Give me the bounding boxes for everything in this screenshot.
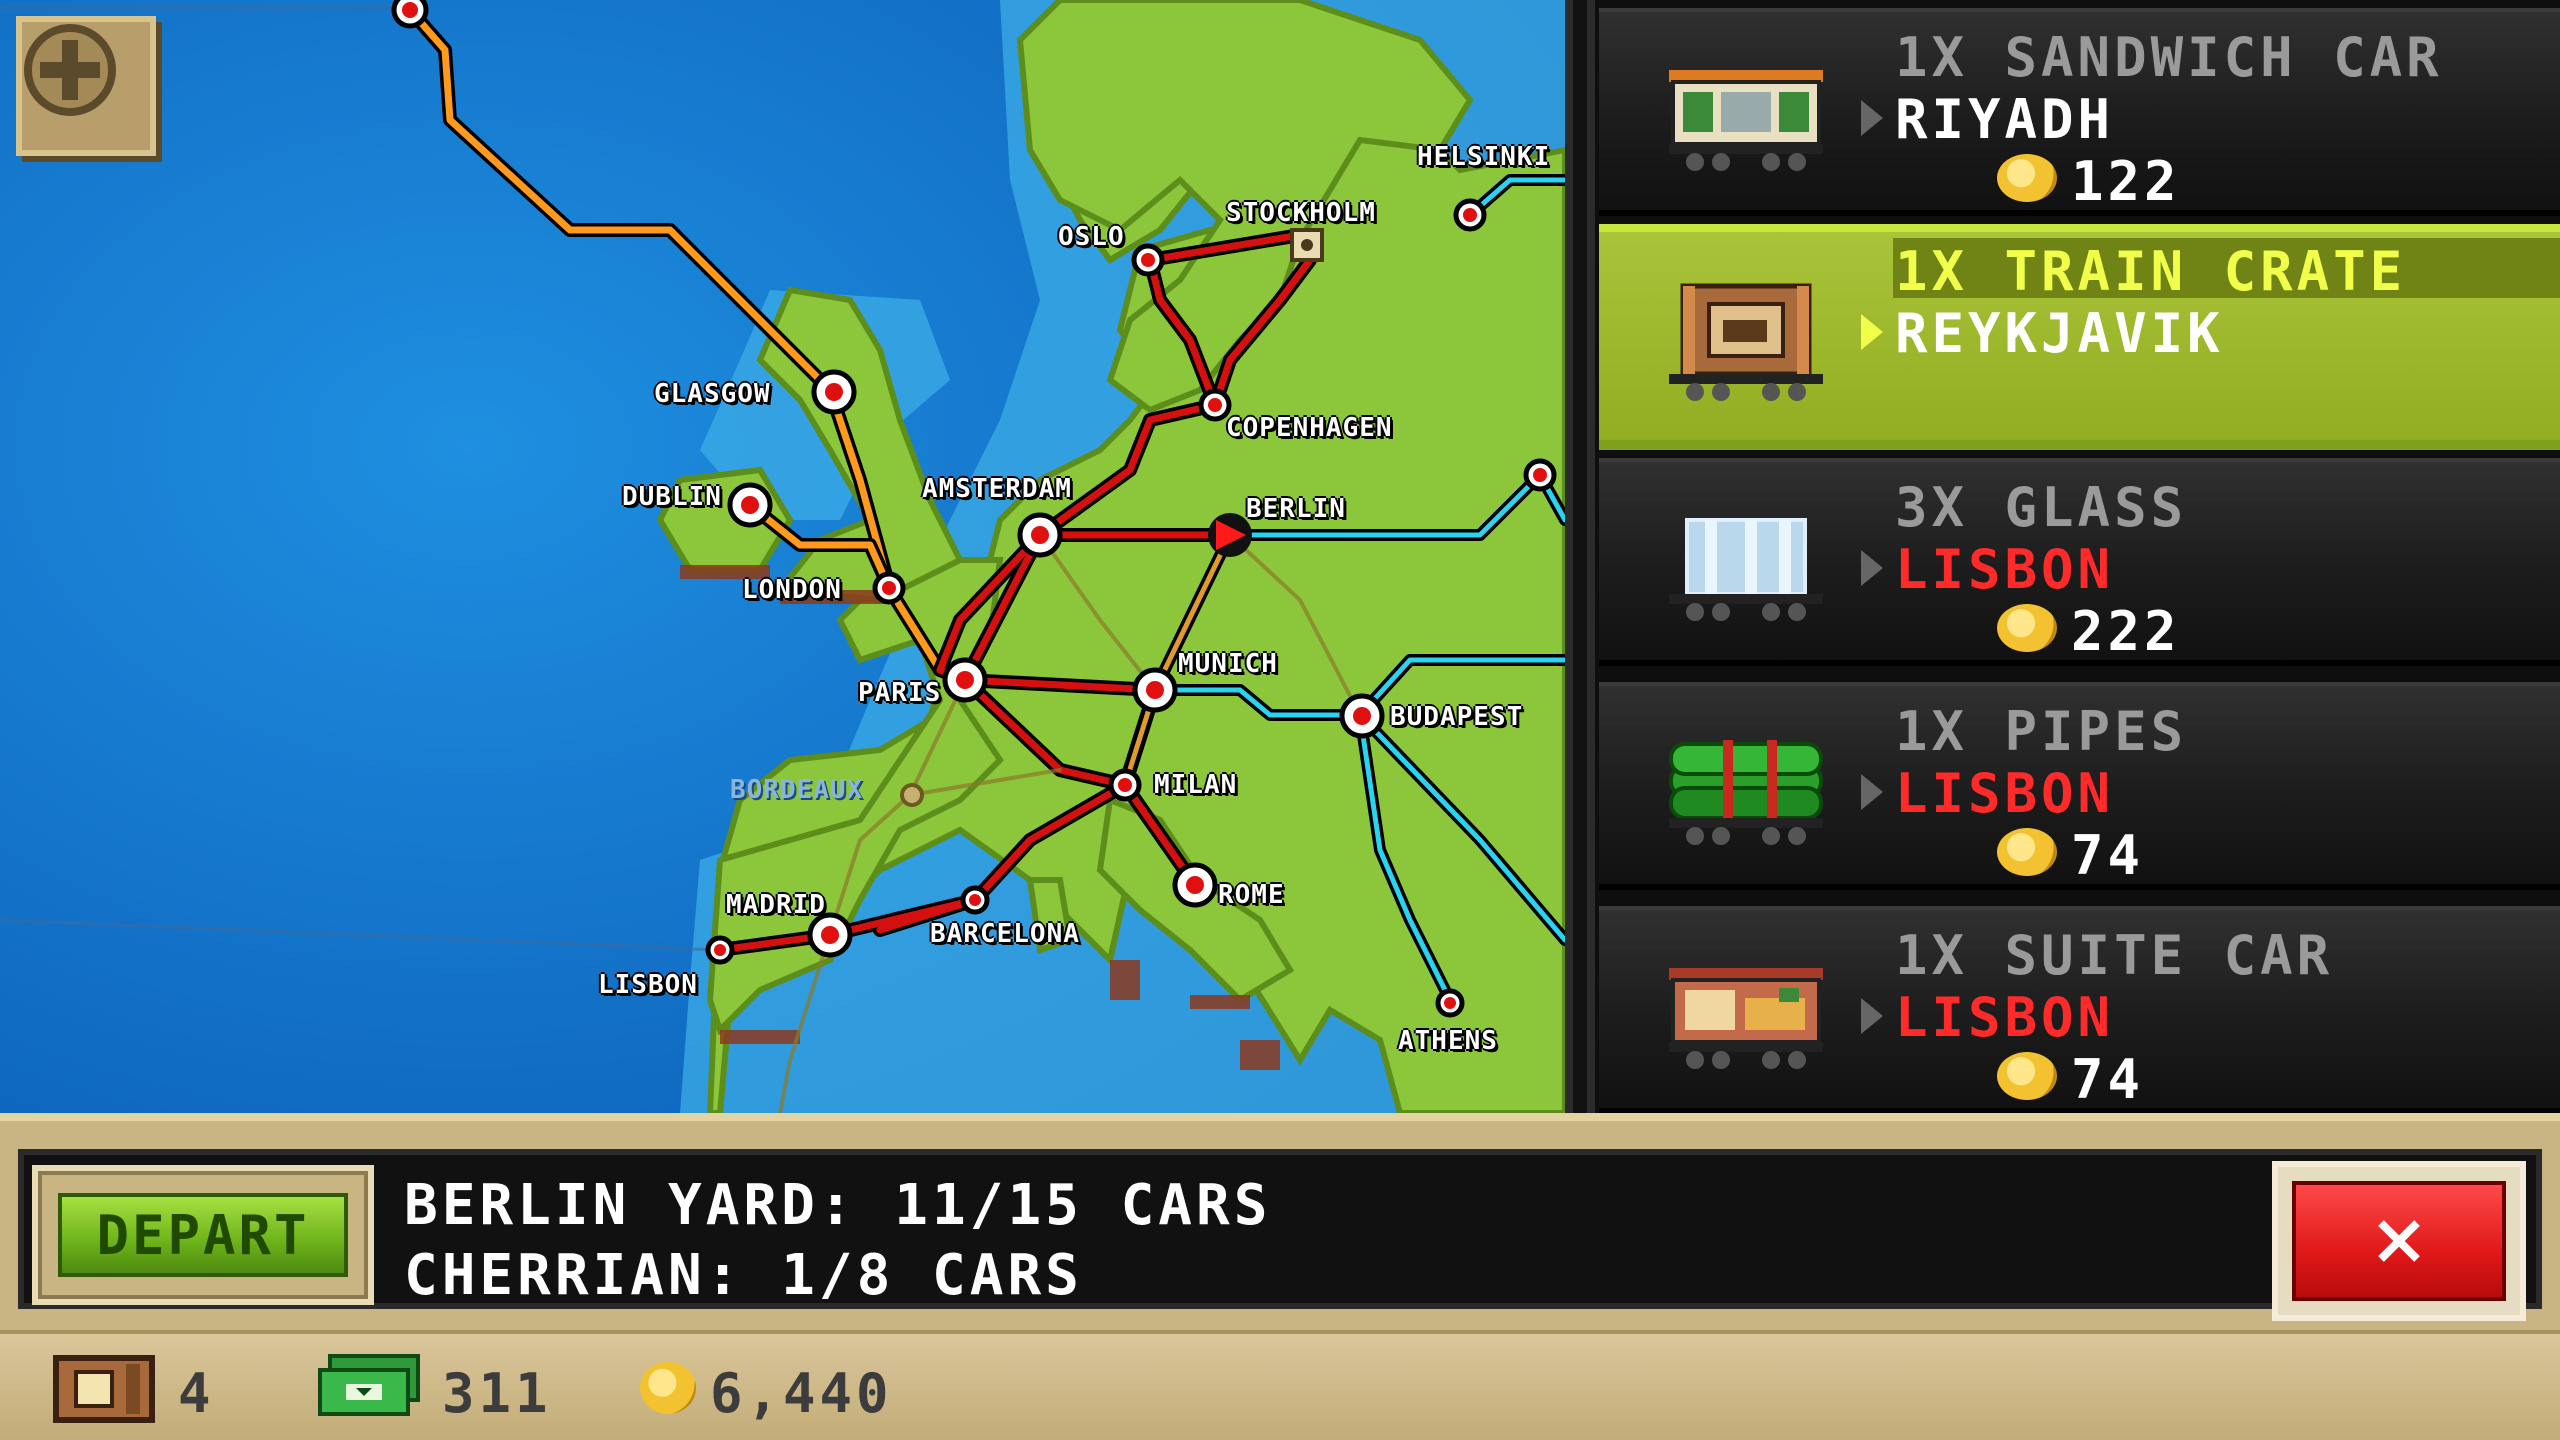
cargo-reward: 222 [2071, 600, 2181, 663]
city-label-berlin: BERLIN [1246, 494, 1346, 524]
train-info-panel: DEPART BERLIN YARD: 11/15 CARS CHERRIAN:… [0, 1113, 2560, 1330]
city-label-london: LONDON [742, 575, 842, 605]
city-label-bordeaux: BORDEAUX [730, 775, 864, 805]
coin-icon [1997, 154, 2057, 202]
cargo-reward: 74 [2071, 824, 2145, 887]
chevron-right-icon [1861, 314, 1883, 350]
train-capacity-text: CHERRIAN: 1/8 CARS [404, 1243, 1083, 1308]
stockholm-marker [1290, 228, 1324, 262]
pipes-car-icon [1669, 740, 1823, 845]
close-button-face[interactable] [2292, 1181, 2506, 1301]
zoom-in-button[interactable] [16, 16, 156, 156]
cargo-reward: 74 [2071, 1048, 2145, 1111]
cargo-row[interactable]: 3X GLASS LISBON 222 [1599, 458, 2560, 666]
cargo-quantity: 3X GLASS [1895, 476, 2188, 539]
coin-amount: 6,440 [710, 1362, 893, 1425]
city-label-rome: ROME [1218, 880, 1285, 910]
world-map[interactable]: HELSINKI OSLO STOCKHOLM GLASGOW COPENHAG… [0, 0, 1565, 1113]
chevron-right-icon [1861, 100, 1883, 136]
chevron-right-icon [1861, 774, 1883, 810]
cargo-quantity: 1X TRAIN CRATE [1895, 240, 2407, 303]
coin-icon [1997, 828, 2057, 876]
city-label-copenhagen: COPENHAGEN [1226, 413, 1393, 443]
cash-icon [318, 1354, 420, 1416]
sandwich-car-icon [1669, 70, 1823, 171]
close-button[interactable] [2272, 1161, 2526, 1321]
chevron-right-icon [1861, 998, 1883, 1034]
cargo-destination: LISBON [1895, 538, 2115, 601]
depart-button[interactable]: DEPART [32, 1165, 374, 1305]
yard-capacity-text: BERLIN YARD: 11/15 CARS [404, 1173, 1272, 1238]
close-icon [2378, 1220, 2420, 1262]
city-label-dublin: DUBLIN [622, 482, 722, 512]
chevron-right-icon [1861, 550, 1883, 586]
city-label-amsterdam: AMSTERDAM [922, 474, 1072, 504]
city-label-munich: MUNICH [1178, 649, 1278, 679]
city-label-oslo: OSLO [1058, 222, 1125, 252]
city-label-budapest: BUDAPEST [1390, 702, 1524, 732]
cargo-destination: REYKJAVIK [1895, 302, 2224, 365]
panel-divider [1565, 0, 1595, 1113]
cargo-destination: LISBON [1895, 986, 2115, 1049]
glass-car-icon [1669, 518, 1823, 621]
city-label-athens: ATHENS [1398, 1026, 1498, 1056]
city-label-glasgow: GLASGOW [654, 379, 771, 409]
suite-car-icon [1669, 968, 1823, 1069]
city-label-madrid: MADRID [726, 890, 826, 920]
city-label-helsinki: HELSINKI [1417, 142, 1551, 172]
info-panel-inner [18, 1149, 2542, 1309]
depart-button-label[interactable]: DEPART [58, 1193, 348, 1277]
train-crate-icon [1669, 283, 1823, 401]
city-label-barcelona: BARCELONA [930, 919, 1080, 949]
resource-status-bar: 4 311 6,440 [0, 1330, 2560, 1440]
cargo-reward: 122 [2071, 150, 2181, 213]
cargo-quantity: 1X PIPES [1895, 700, 2188, 763]
crate-count: 4 [178, 1362, 215, 1425]
city-label-milan: MILAN [1154, 770, 1238, 800]
coin-icon [1997, 604, 2057, 652]
cargo-row[interactable]: 1X PIPES LISBON 74 [1599, 682, 2560, 890]
coin-icon [1997, 1052, 2057, 1100]
cargo-quantity: 1X SANDWICH CAR [1895, 26, 2443, 89]
plus-icon [24, 24, 116, 116]
crate-icon [53, 1355, 155, 1423]
cargo-row[interactable]: 1X SUITE CAR LISBON 74 [1599, 906, 2560, 1114]
cargo-row[interactable]: 1X SANDWICH CAR RIYADH 122 [1599, 8, 2560, 216]
cargo-quantity: 1X SUITE CAR [1895, 924, 2334, 987]
cargo-row-selected[interactable]: 1X TRAIN CRATE REYKJAVIK [1599, 224, 2560, 450]
cargo-destination: RIYADH [1895, 88, 2115, 151]
coin-icon [640, 1362, 696, 1414]
cargo-destination: LISBON [1895, 762, 2115, 825]
city-label-stockholm: STOCKHOLM [1226, 198, 1376, 228]
cargo-list[interactable]: 1X SANDWICH CAR RIYADH 122 1X TRAIN CRAT… [1595, 0, 2560, 1114]
cash-amount: 311 [442, 1362, 552, 1425]
city-label-paris: PARIS [858, 678, 942, 708]
map-terrain [0, 0, 1565, 1113]
city-label-lisbon: LISBON [598, 970, 698, 1000]
